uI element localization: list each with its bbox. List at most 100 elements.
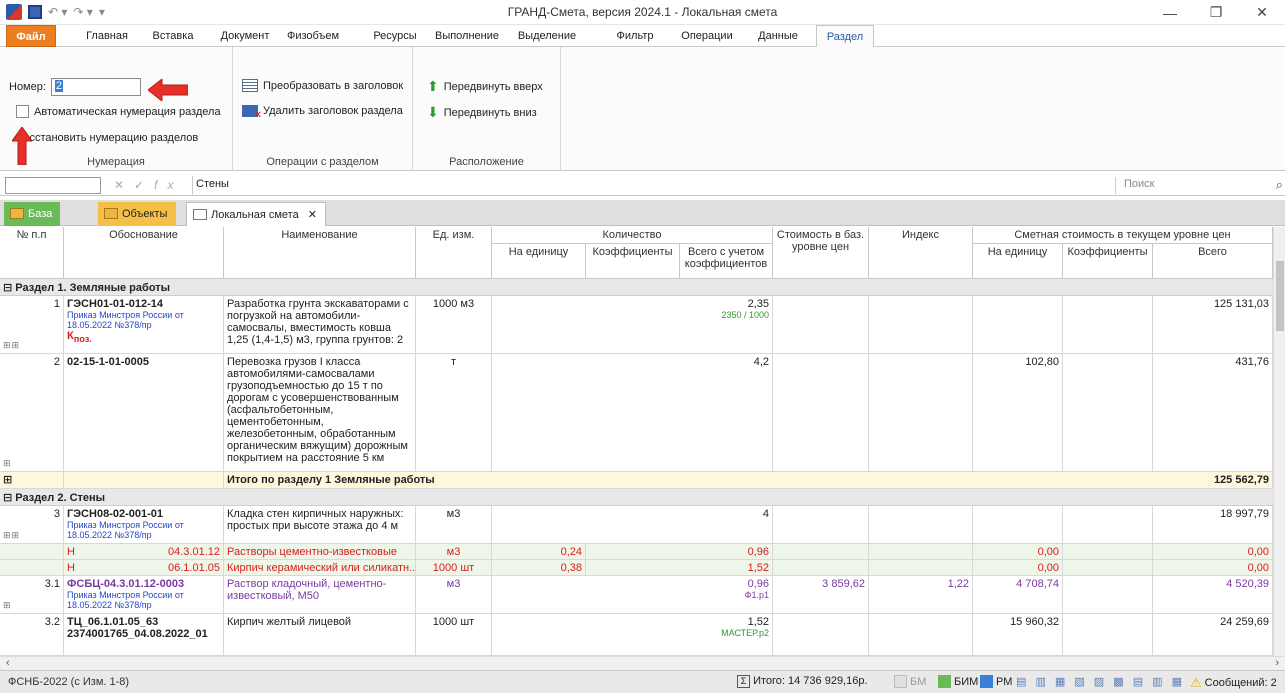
header-qty-per-unit[interactable]: На единицу xyxy=(492,244,586,279)
qty-total: 0,96 xyxy=(586,544,773,560)
header-name[interactable]: Наименование xyxy=(224,227,416,279)
close-icon[interactable]: ✕ xyxy=(1239,0,1285,25)
search-icon[interactable]: ⌕ xyxy=(1276,177,1283,193)
expand-icon[interactable]: ⊞ xyxy=(3,600,12,611)
horizontal-scrollbar[interactable]: ‹ › xyxy=(0,656,1285,670)
move-down-button[interactable]: ⬇ Передвинуть вниз xyxy=(427,104,537,121)
tab-operations[interactable]: Операции xyxy=(676,25,738,47)
formula-input[interactable]: Стены xyxy=(192,176,1114,195)
group-section-ops: Преобразовать в заголовок Удалить заголо… xyxy=(233,47,413,171)
tab-section[interactable]: Раздел xyxy=(816,25,874,48)
table-row[interactable]: 3 ГЭСН08-02-001-01 Приказ Минстроя Росси… xyxy=(0,506,1285,544)
tab-data[interactable]: Данные xyxy=(752,25,804,47)
basis-order[interactable]: Приказ Минстроя России от 18.05.2022 №37… xyxy=(67,590,220,610)
search-box[interactable]: Поиск ⌕ xyxy=(1115,177,1285,194)
status-messages[interactable]: ⚠ Сообщений: 2 xyxy=(1190,675,1277,691)
tab-objects[interactable]: Объекты xyxy=(98,202,176,226)
header-qty-coef[interactable]: Коэффициенты xyxy=(586,244,680,279)
table-row[interactable]: 2 02-15-1-01-0005 Перевозка грузов I кла… xyxy=(0,354,1285,472)
move-up-label: Передвинуть вверх xyxy=(443,80,543,93)
tab-filter[interactable]: Фильтр xyxy=(608,25,662,47)
basis-order[interactable]: Приказ Минстроя России от 18.05.2022 №37… xyxy=(67,310,220,330)
header-base-cost[interactable]: Стоимость в баз. уровне цен xyxy=(773,227,869,279)
ribbon-panel: Номер: 2 Автоматическая нумерация раздел… xyxy=(0,47,1285,171)
basis-order[interactable]: Приказ Минстроя России от 18.05.2022 №37… xyxy=(67,520,220,540)
row-cur-per: 15 960,32 xyxy=(973,614,1063,656)
header-cur-coef[interactable]: Коэффициенты xyxy=(1063,244,1153,279)
minimize-icon[interactable]: — xyxy=(1147,0,1193,25)
collapse-icon[interactable]: ⊟ xyxy=(3,282,12,294)
rm-label: РМ xyxy=(996,675,1013,688)
row-cur-coef xyxy=(1063,576,1153,614)
auto-numbering-label: Автоматическая нумерация раздела xyxy=(34,105,221,118)
total-expand[interactable]: ⊞ xyxy=(0,472,64,489)
status-tool-icons[interactable]: ▤ ▥ ▦ ▧ ▨ ▩ ▤ ▥ ▦ xyxy=(1016,675,1185,688)
status-total-text: Итого: 14 736 929,16р. xyxy=(753,675,868,687)
move-up-button[interactable]: ⬆ Передвинуть вверх xyxy=(427,78,543,95)
auto-numbering-checkbox[interactable]: Автоматическая нумерация раздела xyxy=(16,105,221,118)
tab-resources[interactable]: Ресурсы xyxy=(368,25,422,47)
resource-row[interactable]: Н 06.1.01.05 Кирпич керамический или сили… xyxy=(0,560,1285,576)
header-cur-per-unit[interactable]: На единицу xyxy=(973,244,1063,279)
row-cur-per xyxy=(973,506,1063,544)
resource-row[interactable]: Н 04.3.01.12 Растворы цементно-известковы… xyxy=(0,544,1285,560)
header-index[interactable]: Индекс xyxy=(869,227,973,279)
table-row[interactable]: 3.2 ТЦ_06.1.01.05_63 2374001765_04.08.20… xyxy=(0,614,1285,656)
tab-execution[interactable]: Выполнение xyxy=(430,25,504,47)
row-cur-coef xyxy=(1063,614,1153,656)
convert-to-header-button[interactable]: Преобразовать в заголовок xyxy=(242,79,403,92)
location-caption: Расположение xyxy=(449,156,524,168)
status-bm[interactable]: БМ xyxy=(894,675,926,688)
tab-selection[interactable]: Выделение xyxy=(512,25,582,47)
close-tab-icon[interactable]: ✕ xyxy=(308,209,317,221)
header-unit[interactable]: Ед. изм. xyxy=(416,227,492,279)
restore-numbering-button[interactable]: Восстановить нумерацию разделов xyxy=(16,132,198,144)
status-bim[interactable]: БИМ xyxy=(938,675,978,688)
basis-code: ГЭСН01-01-012-14 xyxy=(67,298,163,310)
row-cur-coef xyxy=(1063,560,1153,576)
section-row[interactable]: ⊟ Раздел 1. Земляные работы xyxy=(0,279,1285,296)
header-cur-total[interactable]: Всего xyxy=(1153,244,1273,279)
header-basis[interactable]: Обоснование xyxy=(64,227,224,279)
row-cur-total: 431,76 xyxy=(1153,354,1273,472)
table-row[interactable]: 1 ГЭСН01-01-012-14 Приказ Минстроя Росси… xyxy=(0,296,1285,354)
tab-file[interactable]: Файл xyxy=(6,25,56,47)
scroll-right-icon[interactable]: › xyxy=(1275,657,1279,669)
header-current-cost[interactable]: Сметная стоимость в текущем уровне цен xyxy=(973,227,1273,244)
tab-document[interactable]: Документ xyxy=(216,25,274,47)
collapse-icon[interactable]: ⊟ xyxy=(3,492,12,504)
row-cur-coef xyxy=(1063,354,1153,472)
restore-icon[interactable]: ❐ xyxy=(1193,0,1239,25)
name-box[interactable] xyxy=(5,177,101,194)
expand-icon[interactable]: ⊞⊞ xyxy=(3,530,20,541)
status-rm[interactable]: РМ xyxy=(980,675,1012,688)
auto-numbering-check[interactable] xyxy=(16,105,29,118)
section-row[interactable]: ⊟ Раздел 2. Стены xyxy=(0,489,1285,506)
tab-insert[interactable]: Вставка xyxy=(144,25,202,47)
tab-physvolume[interactable]: Физобъем xyxy=(284,25,342,47)
header-num[interactable]: № п.п xyxy=(0,227,64,279)
row-name: Растворы цементно-известковые xyxy=(224,544,416,560)
table-row[interactable]: 3.1 ФСБЦ-04.3.01.12-0003 Приказ Минстроя… xyxy=(0,576,1285,614)
row-cur-coef xyxy=(1063,506,1153,544)
tab-home[interactable]: Главная xyxy=(82,25,132,47)
vertical-scrollbar[interactable] xyxy=(1273,227,1285,656)
row-base xyxy=(773,614,869,656)
header-quantity[interactable]: Количество xyxy=(492,227,773,244)
expand-icon[interactable]: ⊞ xyxy=(3,458,12,469)
scroll-thumb[interactable] xyxy=(1276,261,1284,331)
status-normbase: ФСНБ-2022 (с Изм. 1-8) xyxy=(8,676,130,688)
expand-icon[interactable]: ⊞⊞ xyxy=(3,340,20,351)
scroll-left-icon[interactable]: ‹ xyxy=(6,657,10,669)
rm-swatch-icon xyxy=(980,675,993,688)
delete-header-button[interactable]: Удалить заголовок раздела xyxy=(242,105,403,121)
group-numbering: Номер: 2 Автоматическая нумерация раздел… xyxy=(0,47,233,171)
resource-mark: Н xyxy=(67,562,75,574)
header-qty-total[interactable]: Всего с учетом коэффициентов xyxy=(680,244,773,279)
section-total-row[interactable]: ⊞ Итого по разделу 1 Земляные работы 125… xyxy=(0,472,1285,489)
resource-code: 04.3.01.12 xyxy=(168,546,220,558)
tab-local-estimate[interactable]: Локальная смета ✕ xyxy=(186,202,326,226)
resource-mark: Н xyxy=(67,546,75,558)
tab-baza[interactable]: База xyxy=(4,202,60,226)
number-input[interactable]: 2 xyxy=(50,78,141,96)
